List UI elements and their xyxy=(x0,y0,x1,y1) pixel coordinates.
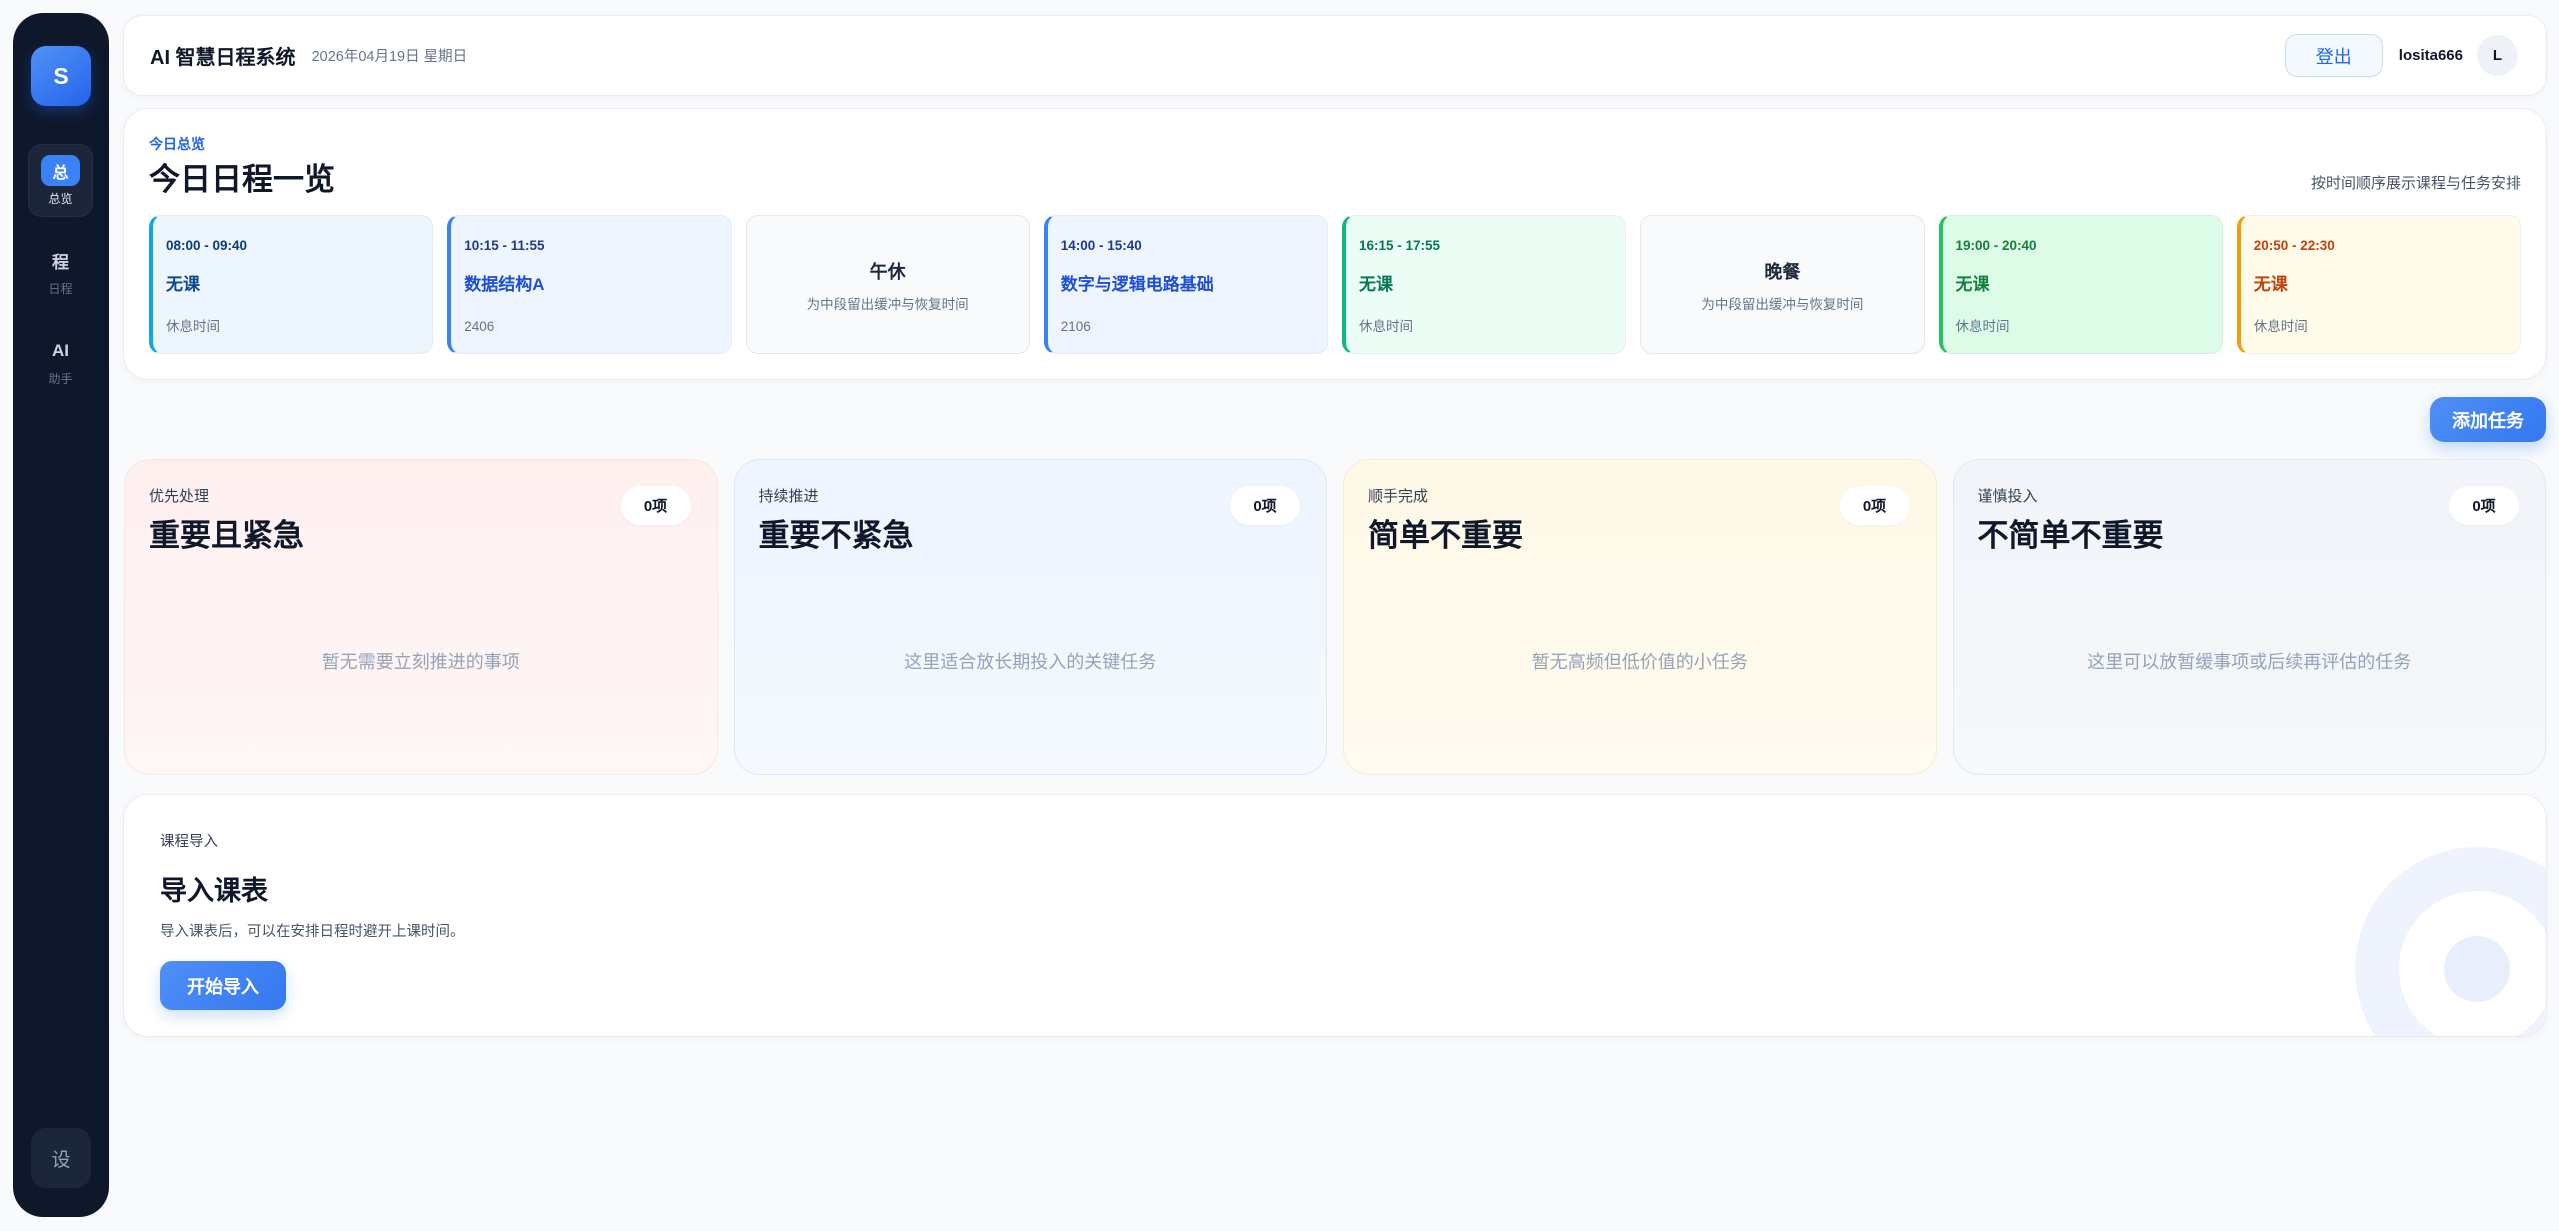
slot-time: 19:00 - 20:40 xyxy=(1955,238,2037,253)
quadrant-eyebrow: 持续推进 xyxy=(758,488,819,505)
quadrant-title: 重要且紧急 xyxy=(149,518,304,553)
slot-time: 08:00 - 09:40 xyxy=(166,238,248,253)
schedule-slot: 08:00 - 09:40 无课 休息时间 xyxy=(149,215,434,354)
quadrant-count-badge: 0项 xyxy=(1839,486,1910,525)
app-title: AI 智慧日程系统 xyxy=(150,47,296,69)
quadrant-title: 不简单不重要 xyxy=(1977,518,2164,553)
slot-time: 20:50 - 22:30 xyxy=(2253,238,2335,253)
overview-eyebrow: 今日总览 xyxy=(149,136,205,152)
decor-ring-inner xyxy=(2399,891,2546,1036)
break-subtitle: 为中段留出缓冲与恢复时间 xyxy=(1701,297,1864,312)
slot-subtitle: 休息时间 xyxy=(2253,319,2308,334)
slot-title: 数据结构A xyxy=(464,275,545,294)
sidebar-item-schedule-label: 日程 xyxy=(48,282,73,296)
slot-title: 无课 xyxy=(1955,275,1990,294)
break-slot: 午休 为中段留出缓冲与恢复时间 xyxy=(745,215,1030,354)
schedule-slot: 19:00 - 20:40 无课 休息时间 xyxy=(1938,215,2223,354)
overview-title: 今日日程一览 xyxy=(149,162,335,197)
quadrant-empty-text: 这里适合放长期投入的关键任务 xyxy=(904,652,1157,672)
slot-subtitle: 2106 xyxy=(1060,319,1091,334)
sidebar-item-assistant[interactable]: AI 助手 xyxy=(28,324,93,397)
username: losita666 xyxy=(2398,47,2463,64)
sidebar-item-schedule[interactable]: 程 日程 xyxy=(28,234,93,307)
sidebar: S 总 总览 程 日程 AI 助手 设 xyxy=(13,13,109,1217)
quadrant-eyebrow: 优先处理 xyxy=(149,488,210,505)
user-area: 登出 losita666 L xyxy=(2284,34,2518,77)
quadrant-empty-text: 这里可以放暂缓事项或后续再评估的任务 xyxy=(2087,652,2412,672)
import-timetable-card: 课程导入 导入课表 导入课表后，可以在安排日程时避开上课时间。 开始导入 xyxy=(124,795,2546,1036)
logout-button[interactable]: 登出 xyxy=(2284,34,2383,77)
quadrant-count-badge: 0项 xyxy=(2449,486,2519,525)
slot-title: 无课 xyxy=(166,275,200,294)
import-description: 导入课表后，可以在安排日程时避开上课时间。 xyxy=(160,924,465,940)
avatar[interactable]: L xyxy=(2477,35,2518,76)
slot-title: 无课 xyxy=(1359,275,1393,294)
priority-quadrants: 优先处理 重要且紧急 0项 暂无需要立刻推进的事项 持续推进 重要不紧急 0项 … xyxy=(124,459,2546,775)
quadrant-eyebrow: 谨慎投入 xyxy=(1977,488,2038,505)
decor-dot xyxy=(2444,936,2510,1002)
import-title: 导入课表 xyxy=(160,876,268,906)
decor-ring xyxy=(2355,847,2546,1036)
quadrant-count-badge: 0项 xyxy=(1230,486,1300,525)
quadrant-eyebrow: 顺手完成 xyxy=(1368,488,1429,505)
break-title: 午休 xyxy=(869,262,906,282)
overview-hint: 按时间顺序展示课程与任务安排 xyxy=(2310,175,2521,192)
current-date: 2026年04月19日 星期日 xyxy=(311,49,468,65)
schedule-slot: 10:15 - 11:55 数据结构A 2406 xyxy=(447,215,732,354)
slot-title: 数字与逻辑电路基础 xyxy=(1060,275,1214,294)
slot-subtitle: 2406 xyxy=(464,319,495,334)
slot-time: 14:00 - 15:40 xyxy=(1060,238,1142,253)
quadrant-title: 简单不重要 xyxy=(1368,518,1523,553)
schedule-slot: 16:15 - 17:55 无课 休息时间 xyxy=(1342,215,1627,354)
break-title: 晚餐 xyxy=(1764,262,1801,282)
add-task-button[interactable]: 添加任务 xyxy=(2430,397,2546,442)
slot-subtitle: 休息时间 xyxy=(1359,319,1413,334)
top-header: AI 智慧日程系统 2026年04月19日 星期日 登出 losita666 L xyxy=(124,16,2546,95)
app-root: S 总 总览 程 日程 AI 助手 设 AI 智慧日程系统 2026年04月19… xyxy=(0,0,2559,1231)
quadrant-hard-unimportant: 谨慎投入 不简单不重要 0项 这里可以放暂缓事项或后续再评估的任务 xyxy=(1952,459,2546,775)
sidebar-item-assistant-glyph: AI xyxy=(52,340,69,360)
slot-time: 16:15 - 17:55 xyxy=(1359,238,1441,253)
settings-button[interactable]: 设 xyxy=(31,1128,91,1188)
quadrant-count-badge: 0项 xyxy=(620,486,691,525)
start-import-button[interactable]: 开始导入 xyxy=(160,961,286,1010)
break-slot: 晚餐 为中段留出缓冲与恢复时间 xyxy=(1640,215,1925,354)
sidebar-item-assistant-label: 助手 xyxy=(48,372,73,386)
quadrant-simple-unimportant: 顺手完成 简单不重要 0项 暂无高频但低价值的小任务 xyxy=(1343,459,1937,775)
slot-title: 无课 xyxy=(2253,275,2288,294)
slot-time: 10:15 - 11:55 xyxy=(464,238,545,253)
sidebar-item-overview[interactable]: 总 总览 xyxy=(28,144,93,217)
today-overview-card: 今日总览 今日日程一览 按时间顺序展示课程与任务安排 08:00 - 09:40… xyxy=(124,109,2546,379)
slot-subtitle: 休息时间 xyxy=(1955,319,2010,334)
schedule-slot: 20:50 - 22:30 无课 休息时间 xyxy=(2236,215,2521,354)
sidebar-item-schedule-glyph: 程 xyxy=(52,253,69,272)
sidebar-item-overview-glyph: 总 xyxy=(41,155,80,186)
sidebar-nav: 总 总览 程 日程 AI 助手 xyxy=(28,144,93,414)
quadrant-empty-text: 暂无需要立刻推进的事项 xyxy=(321,652,520,672)
app-logo: S xyxy=(31,46,91,106)
break-subtitle: 为中段留出缓冲与恢复时间 xyxy=(806,297,969,312)
quadrant-empty-text: 暂无高频但低价值的小任务 xyxy=(1531,652,1748,672)
schedule-slot: 14:00 - 15:40 数字与逻辑电路基础 2106 xyxy=(1043,215,1328,354)
schedule-timeline: 08:00 - 09:40 无课 休息时间 10:15 - 11:55 数据结构… xyxy=(149,215,2521,354)
slot-subtitle: 休息时间 xyxy=(166,319,220,334)
import-eyebrow: 课程导入 xyxy=(160,834,218,850)
quadrant-title: 重要不紧急 xyxy=(758,518,914,553)
sidebar-item-overview-label: 总览 xyxy=(48,192,73,206)
quadrant-urgent-important: 优先处理 重要且紧急 0项 暂无需要立刻推进的事项 xyxy=(124,459,718,775)
quadrant-important-not-urgent: 持续推进 重要不紧急 0项 这里适合放长期投入的关键任务 xyxy=(733,459,1327,775)
